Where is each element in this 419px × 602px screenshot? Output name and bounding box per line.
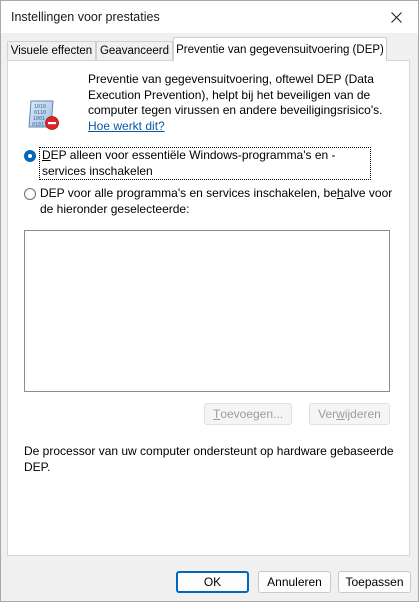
- processor-info-text: De processor van uw computer ondersteunt…: [24, 444, 394, 474]
- cancel-button[interactable]: Annuleren: [258, 571, 331, 593]
- close-button[interactable]: [374, 1, 418, 33]
- add-button[interactable]: Toevoegen...: [204, 403, 292, 425]
- performance-options-window: Instellingen voor prestaties Visuele eff…: [0, 0, 419, 602]
- title-bar: Instellingen voor prestaties: [1, 1, 418, 33]
- dep-shield-binary-icon: 1010 0110 1001 0101: [28, 100, 59, 130]
- exception-program-list[interactable]: [24, 230, 390, 392]
- apply-button[interactable]: Toepassen: [338, 571, 411, 593]
- radio-dep-essential-row[interactable]: DEP alleen voor essentiële Windows-progr…: [24, 147, 371, 180]
- radio-dep-all-label[interactable]: DEP voor alle programma's en services in…: [40, 186, 400, 217]
- tab-dep[interactable]: Preventie van gegevensuitvoering (DEP): [173, 37, 387, 61]
- remove-button[interactable]: Ver w ijderen: [309, 403, 390, 425]
- tab-strip: Visuele effecten Geavanceerd Preventie v…: [1, 37, 418, 61]
- dep-intro: Preventie van gegevensuitvoering, oftewe…: [88, 72, 393, 134]
- tab-advanced[interactable]: Geavanceerd: [96, 41, 173, 60]
- help-link[interactable]: Hoe werkt dit?: [88, 119, 165, 133]
- tab-label: Preventie van gegevensuitvoering (DEP): [176, 43, 384, 56]
- radio-dep-essential-label[interactable]: DEP alleen voor essentiële Windows-progr…: [39, 147, 371, 180]
- tab-visual-effects[interactable]: Visuele effecten: [7, 41, 96, 60]
- tab-label: Visuele effecten: [10, 45, 93, 57]
- radio-dep-all[interactable]: [24, 188, 36, 200]
- ok-button[interactable]: OK: [176, 571, 249, 593]
- svg-text:0101: 0101: [32, 122, 44, 128]
- window-title: Instellingen voor prestaties: [11, 10, 160, 24]
- radio-dep-essential[interactable]: [24, 150, 36, 162]
- dep-intro-text: Preventie van gegevensuitvoering, oftewe…: [88, 72, 383, 117]
- tab-label: Geavanceerd: [99, 45, 170, 57]
- close-icon: [390, 11, 402, 23]
- dep-tab-panel: 1010 0110 1001 0101 Preventie van gegeve…: [7, 60, 410, 556]
- radio-dep-all-row[interactable]: DEP voor alle programma's en services in…: [24, 186, 400, 217]
